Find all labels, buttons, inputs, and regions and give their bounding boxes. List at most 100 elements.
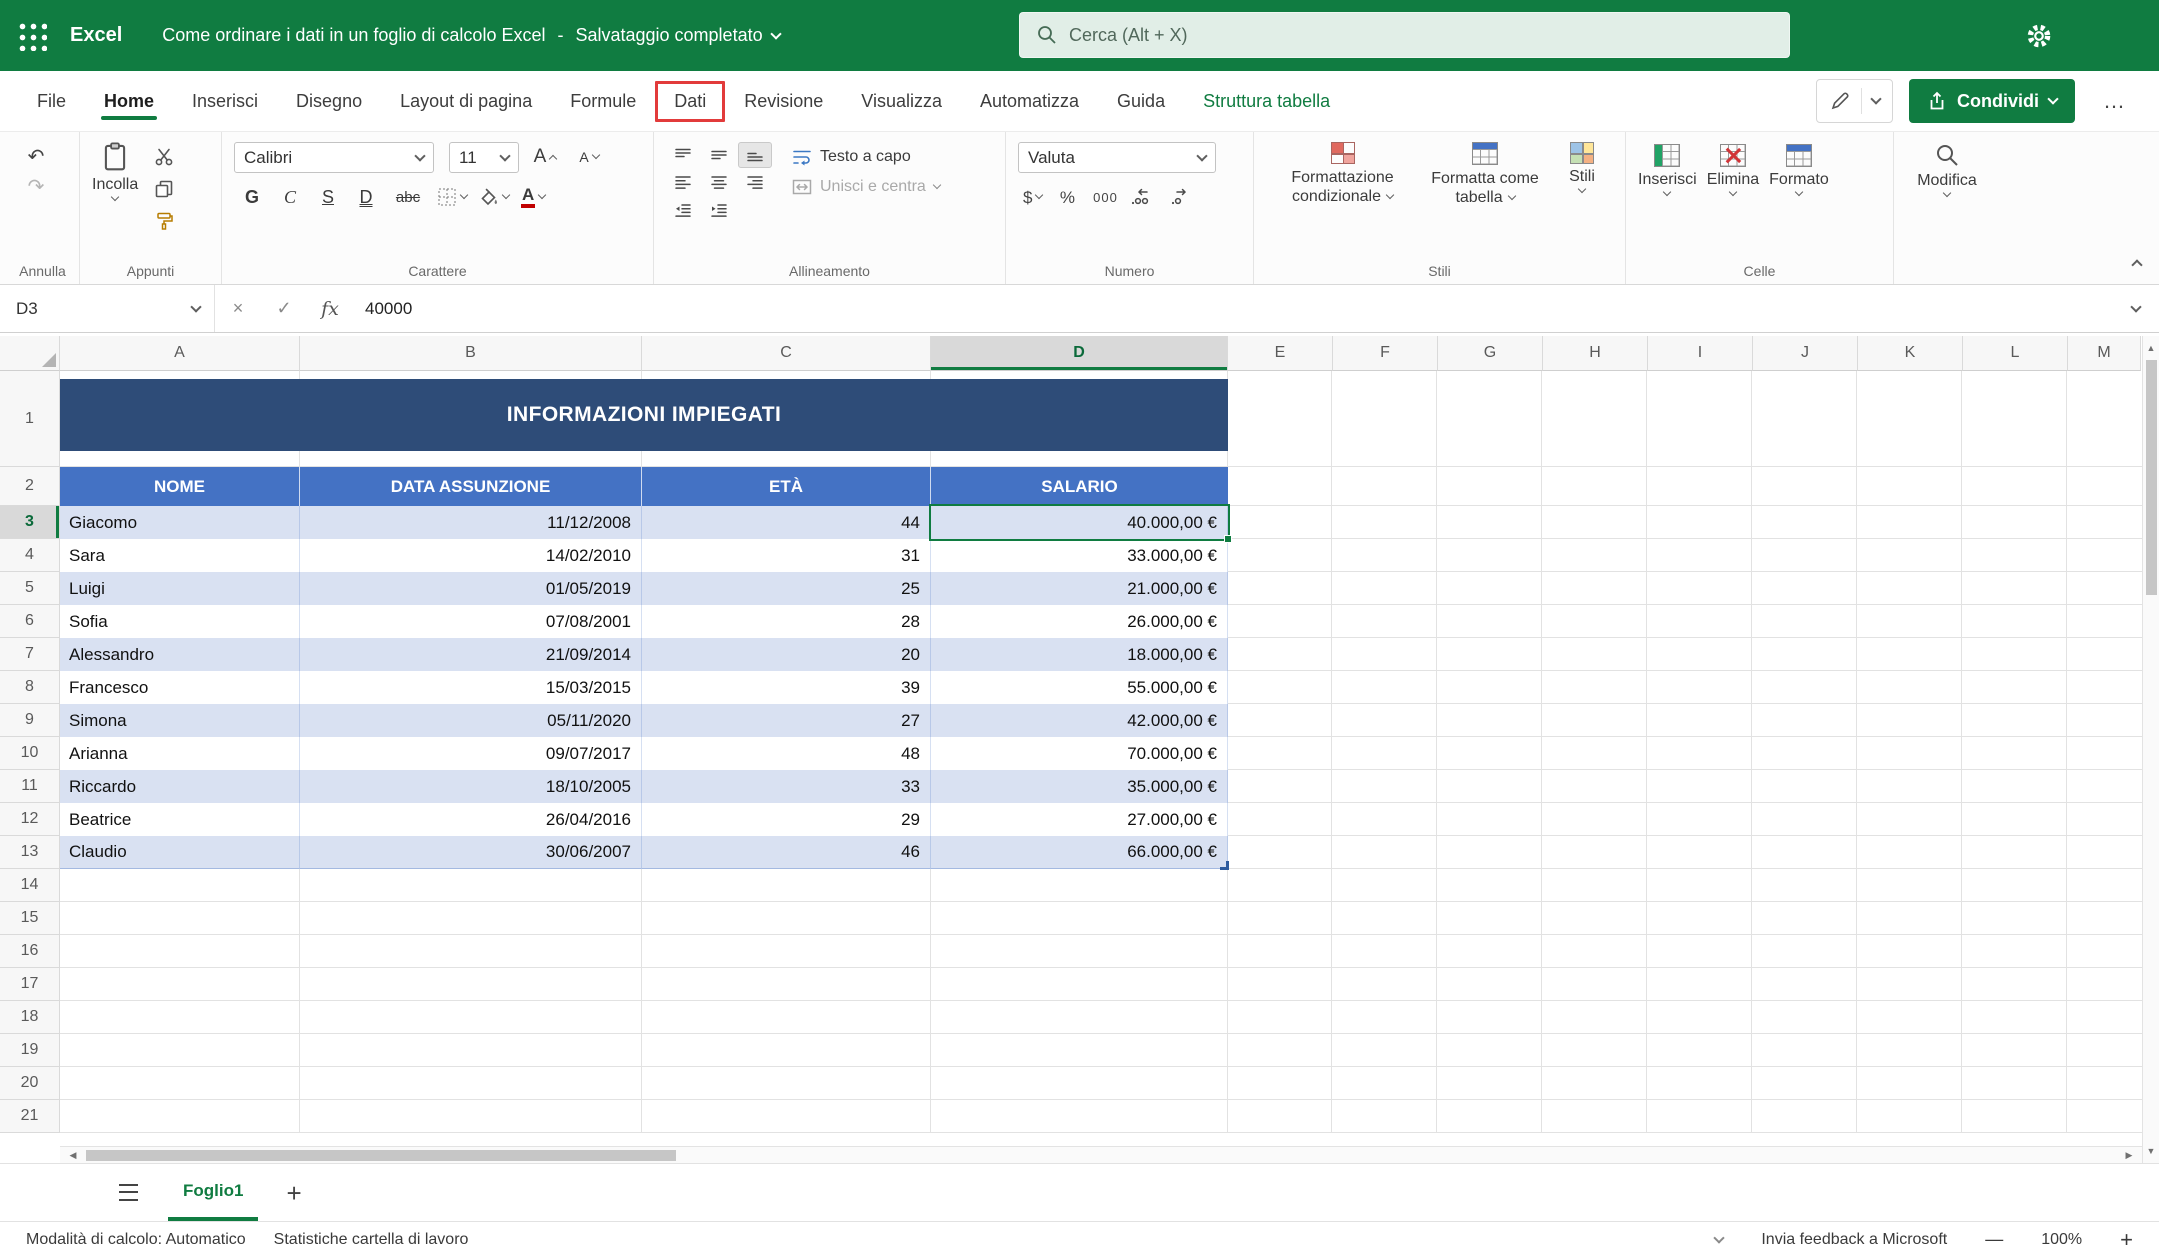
scroll-right-icon[interactable]: ▶ [2118,1147,2140,1163]
bold-button[interactable]: G [234,182,270,212]
row-header-21[interactable]: 21 [0,1100,60,1133]
table-cell[interactable]: 25 [642,572,931,605]
share-button[interactable]: Condividi [1909,79,2075,123]
row-header-5[interactable]: 5 [0,572,60,605]
merge-center-button[interactable]: Unisci e centra [792,178,940,196]
column-header-L[interactable]: L [1963,336,2068,371]
comma-style-button[interactable]: 000 [1087,182,1123,212]
align-center-button[interactable] [702,170,736,196]
tab-dati[interactable]: Dati [655,81,725,122]
feedback-link[interactable]: Invia feedback a Microsoft [1761,1231,1947,1249]
table-resize-handle[interactable] [1220,861,1229,870]
table-cell[interactable]: 27 [642,704,931,737]
font-size-select[interactable]: 11 [449,142,519,173]
increase-decimal-button[interactable] [1125,182,1161,212]
scroll-left-icon[interactable]: ◀ [62,1147,84,1163]
table-cell[interactable]: Luigi [60,572,300,605]
horizontal-scrollbar[interactable]: ◀ ▶ [60,1146,2142,1163]
column-header-I[interactable]: I [1648,336,1753,371]
borders-button[interactable] [432,182,472,212]
table-header-salario[interactable]: SALARIO [931,467,1228,506]
row-header-7[interactable]: 7 [0,638,60,671]
column-header-F[interactable]: F [1333,336,1438,371]
formula-input[interactable]: 40000 [365,299,2113,319]
copy-button[interactable] [146,174,182,204]
row-header-19[interactable]: 19 [0,1034,60,1067]
table-cell[interactable]: 18.000,00 € [931,638,1228,671]
scroll-down-icon[interactable]: ▼ [2143,1141,2159,1161]
number-format-select[interactable]: Valuta [1018,142,1216,173]
tab-visualizza[interactable]: Visualizza [842,81,961,122]
ribbon-more-button[interactable]: … [2091,79,2137,123]
row-header-8[interactable]: 8 [0,671,60,704]
editing-mode-button[interactable] [1816,79,1893,123]
tab-guida[interactable]: Guida [1098,81,1184,122]
table-cell[interactable]: 27.000,00 € [931,803,1228,836]
statusbar-options-icon[interactable] [1714,1232,1725,1243]
increase-font-size-button[interactable]: A [527,142,563,172]
table-cell[interactable]: 30/06/2007 [300,836,642,869]
table-cell[interactable]: 70.000,00 € [931,737,1228,770]
row-header-1[interactable]: 1 [0,371,60,467]
wrap-text-button[interactable]: Testo a capo [792,148,940,166]
tab-file[interactable]: File [18,81,85,122]
column-header-C[interactable]: C [642,336,931,371]
editing-menu-button[interactable]: Modifica [1906,142,1988,196]
table-cell[interactable]: 33 [642,770,931,803]
row-header-3[interactable]: 3 [0,506,60,539]
tab-formule[interactable]: Formule [551,81,655,122]
document-title[interactable]: Come ordinare i dati in un foglio di cal… [162,25,779,46]
collapse-ribbon-button[interactable] [2133,256,2141,274]
table-cell[interactable]: Riccardo [60,770,300,803]
table-header-data-assunzione[interactable]: DATA ASSUNZIONE [300,467,642,506]
column-header-B[interactable]: B [300,336,642,371]
table-cell[interactable]: 18/10/2005 [300,770,642,803]
table-cell[interactable]: 44 [642,506,931,539]
sheet-tab-foglio1[interactable]: Foglio1 [168,1164,258,1221]
fill-handle[interactable] [1224,535,1232,543]
table-cell[interactable]: Francesco [60,671,300,704]
table-cell[interactable]: 26.000,00 € [931,605,1228,638]
grid-canvas[interactable]: INFORMAZIONI IMPIEGATI NOME DATA ASSUNZI… [60,371,2142,1146]
table-cell[interactable]: Sara [60,539,300,572]
redo-button[interactable]: ↷ [18,172,54,202]
scroll-up-icon[interactable]: ▲ [2143,338,2159,358]
table-cell[interactable]: 66.000,00 € [931,836,1228,869]
tab-revisione[interactable]: Revisione [725,81,842,122]
save-status[interactable]: Salvataggio completato [575,25,779,46]
table-cell[interactable]: 11/12/2008 [300,506,642,539]
format-cells-button[interactable]: Formato [1769,144,1829,195]
app-launcher-button[interactable] [0,0,64,71]
table-cell[interactable]: 33.000,00 € [931,539,1228,572]
table-cell[interactable]: Beatrice [60,803,300,836]
zoom-out-button[interactable]: — [1985,1229,2003,1250]
tab-home[interactable]: Home [85,81,173,122]
format-painter-button[interactable] [146,206,182,236]
table-cell[interactable]: Giacomo [60,506,300,539]
select-all-corner[interactable] [0,336,60,371]
table-cell[interactable]: 46 [642,836,931,869]
table-cell[interactable]: 31 [642,539,931,572]
table-cell[interactable]: 07/08/2001 [300,605,642,638]
font-color-button[interactable]: A [516,182,550,212]
search-box[interactable] [1019,12,1790,58]
row-header-17[interactable]: 17 [0,968,60,1001]
cell-styles-button[interactable]: Stili [1551,142,1613,192]
calc-mode-status[interactable]: Modalità di calcolo: Automatico [26,1231,246,1249]
column-header-A[interactable]: A [60,336,300,371]
insert-function-button[interactable]: fx [307,285,353,332]
table-cell[interactable]: 05/11/2020 [300,704,642,737]
font-name-select[interactable]: Calibri [234,142,434,173]
row-header-12[interactable]: 12 [0,803,60,836]
align-left-button[interactable] [666,170,700,196]
cut-button[interactable] [146,142,182,172]
table-cell[interactable]: 20 [642,638,931,671]
workbook-stats-button[interactable]: Statistiche cartella di lavoro [274,1231,469,1249]
row-header-18[interactable]: 18 [0,1001,60,1034]
tab-disegno[interactable]: Disegno [277,81,381,122]
row-header-20[interactable]: 20 [0,1067,60,1100]
align-middle-button[interactable] [702,142,736,168]
row-header-14[interactable]: 14 [0,869,60,902]
underline-button[interactable]: S [310,182,346,212]
decrease-font-size-button[interactable]: A [571,142,607,172]
